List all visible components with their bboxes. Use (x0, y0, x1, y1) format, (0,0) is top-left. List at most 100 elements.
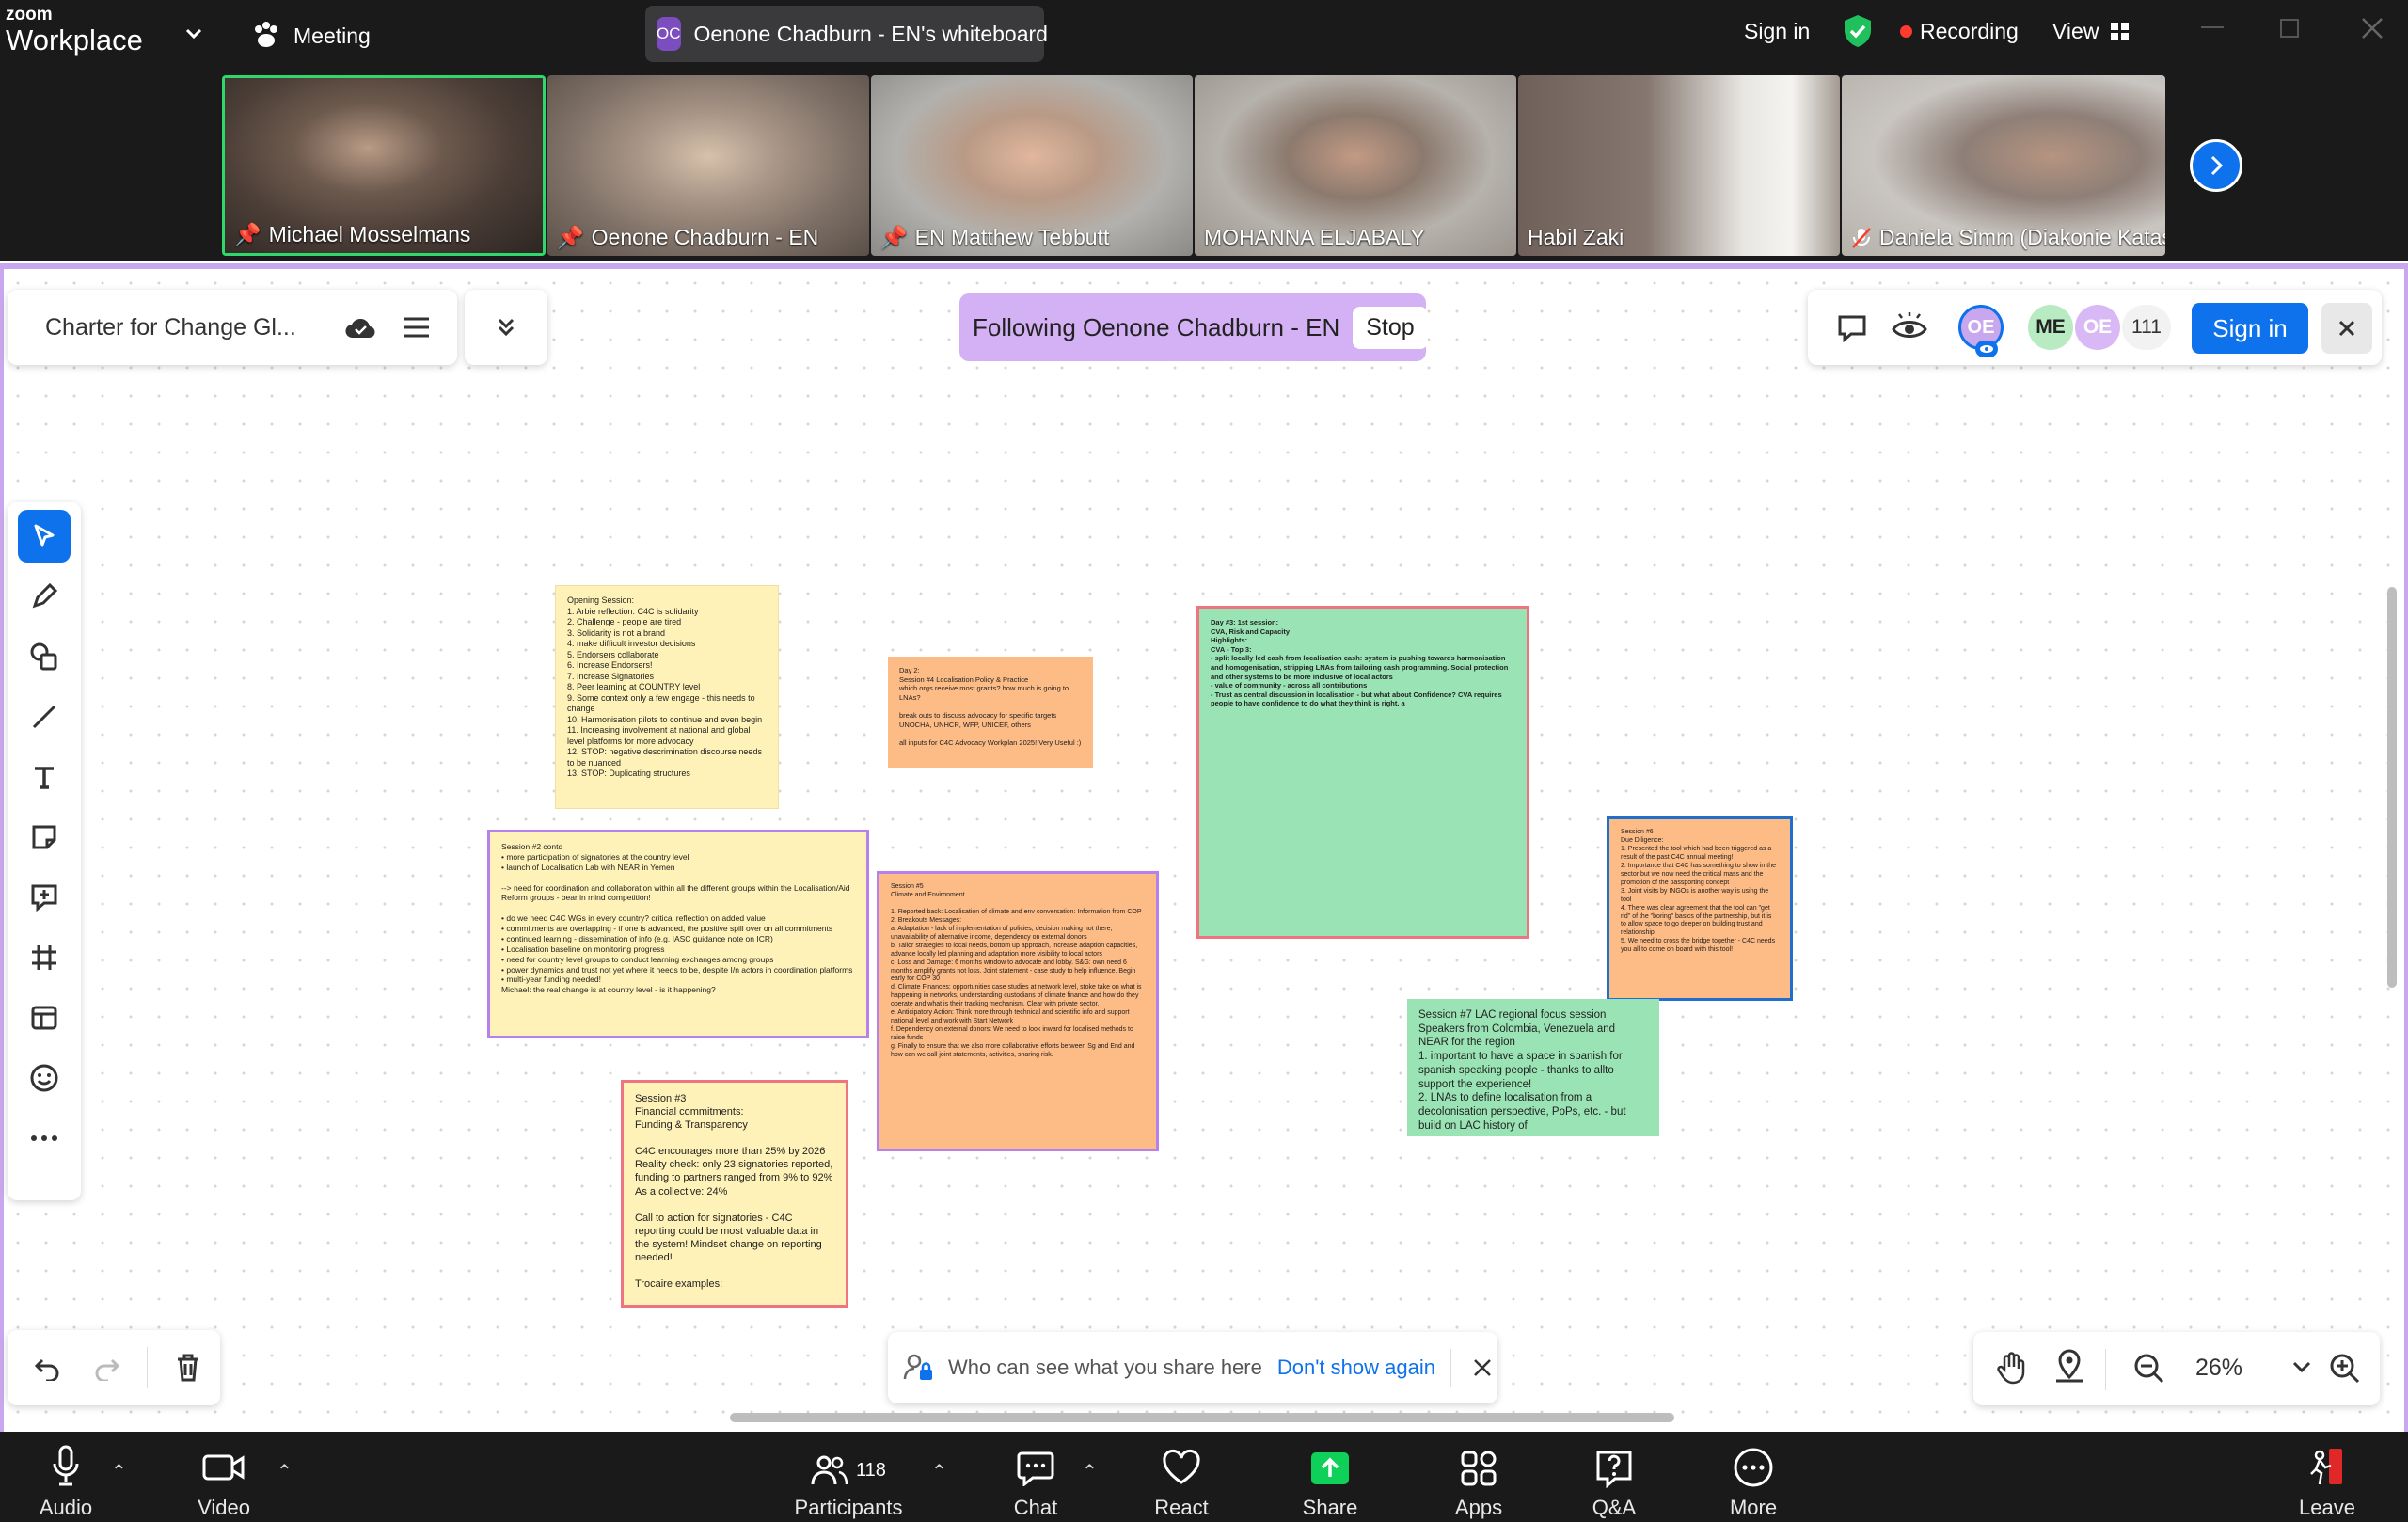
collapse-toolbar-button[interactable] (465, 290, 547, 365)
react-label: React (1154, 1496, 1209, 1519)
apps-icon (1461, 1451, 1497, 1486)
frame-tool[interactable] (18, 931, 71, 984)
comment-tool[interactable] (18, 871, 71, 924)
text-icon (35, 767, 54, 789)
note-session7[interactable]: Session #7 LAC regional focus session Sp… (1407, 999, 1659, 1136)
audio-button[interactable]: Audio (30, 1432, 102, 1522)
viewer-count[interactable]: 111 (2122, 305, 2171, 350)
video-button[interactable]: Video (188, 1432, 260, 1522)
location-pin-icon[interactable] (2054, 1349, 2084, 1385)
menu-icon[interactable] (403, 315, 431, 340)
vertical-scrollbar[interactable] (2387, 587, 2397, 988)
participants-count: 118 (856, 1459, 886, 1481)
pin-icon: 📌 (880, 225, 908, 249)
note-session2[interactable]: Session #2 contd • more participation of… (487, 830, 869, 1038)
whiteboard-title[interactable]: Charter for Change Gl... (45, 314, 327, 341)
chevron-down-icon[interactable] (2291, 1360, 2312, 1375)
shapes-tool[interactable] (18, 630, 71, 683)
video-options-caret-icon[interactable]: ⌃ (277, 1460, 293, 1483)
more-button[interactable]: More (1716, 1432, 1791, 1522)
avatar-me[interactable]: ME (2028, 305, 2073, 350)
minimize-icon[interactable] (2201, 26, 2224, 28)
restore-icon[interactable] (2280, 19, 2299, 38)
paw-icon (255, 22, 277, 47)
audio-options-caret-icon[interactable]: ⌃ (111, 1460, 127, 1483)
shapes-icon (30, 642, 57, 671)
video-tile-matthew[interactable]: 📌 EN Matthew Tebbutt (871, 75, 1193, 256)
more-icon (1734, 1448, 1773, 1487)
close-whiteboard-button[interactable] (2321, 303, 2372, 354)
chat-label: Chat (1013, 1496, 1058, 1519)
follow-view-icon[interactable] (1891, 312, 1928, 344)
meeting-info-button[interactable]: Meeting (250, 17, 371, 55)
video-tile-mohanna[interactable]: MOHANNA ELJABALY (1195, 75, 1516, 256)
video-tile-oenone[interactable]: 📌 Oenone Chadburn - EN (547, 75, 869, 256)
note-day3[interactable]: Day #3: 1st session: CVA, Risk and Capac… (1196, 606, 1529, 939)
recording-indicator[interactable]: Recording (1900, 19, 2019, 44)
trash-icon[interactable] (175, 1353, 201, 1383)
stop-following-button[interactable]: Stop (1353, 306, 1428, 349)
horizontal-scrollbar[interactable] (730, 1413, 1674, 1422)
video-tile-michael[interactable]: 📌 Michael Mosselmans (222, 75, 546, 256)
line-tool[interactable] (18, 690, 71, 743)
chat-button[interactable]: Chat (1003, 1432, 1069, 1522)
apps-button[interactable]: Apps (1441, 1432, 1516, 1522)
leave-button[interactable]: Leave (2289, 1432, 2365, 1522)
redo-icon[interactable] (94, 1355, 120, 1381)
video-tile-daniela[interactable]: Daniela Simm (Diakonie Katas... (1842, 75, 2165, 256)
note-opening-session[interactable]: Opening Session: 1. Arbie reflection: C4… (555, 585, 779, 809)
hand-icon[interactable] (1996, 1351, 2028, 1385)
comment-icon[interactable] (1836, 314, 1868, 342)
microphone-icon (53, 1445, 79, 1486)
view-button[interactable]: View (2052, 19, 2131, 44)
note-session5[interactable]: Session #5 Climate and Environment 1. Re… (877, 871, 1159, 1151)
note-session3[interactable]: Session #3 Financial commitments: Fundin… (621, 1080, 848, 1308)
more-label: More (1729, 1496, 1778, 1519)
shield-check-icon[interactable] (1842, 13, 1874, 49)
participants-button[interactable]: 118 Participants (781, 1432, 916, 1522)
chat-options-caret-icon[interactable]: ⌃ (1082, 1460, 1098, 1483)
video-tile-habil[interactable]: Habil Zaki (1518, 75, 1840, 256)
cloud-save-icon[interactable] (344, 315, 376, 340)
share-hint-text: Who can see what you share here (948, 1356, 1262, 1379)
title-bar: zoom Workplace Meeting OC Oenone Chadbur… (0, 0, 2408, 72)
heart-icon (1163, 1449, 1200, 1484)
pencil-icon (32, 582, 58, 609)
share-label: Share (1302, 1496, 1358, 1519)
sign-in-link[interactable]: Sign in (1744, 19, 1810, 44)
participant-name: 📌 EN Matthew Tebbutt (880, 225, 1110, 249)
templates-tool[interactable] (18, 991, 71, 1044)
pen-tool[interactable] (18, 570, 71, 623)
divider (147, 1347, 148, 1388)
grid-icon (2111, 22, 2130, 40)
chevron-down-icon[interactable] (181, 21, 207, 47)
zoom-level[interactable]: 26% (2195, 1355, 2242, 1382)
more-tools[interactable] (18, 1112, 71, 1165)
qa-button[interactable]: Q&A (1576, 1432, 1652, 1522)
note-day2[interactable]: Day 2: Session #4 Localisation Policy & … (888, 657, 1093, 768)
share-screen-button[interactable]: Share (1292, 1432, 1368, 1522)
avatar-oe[interactable]: OE (2075, 305, 2120, 350)
template-icon (31, 1006, 57, 1030)
select-tool[interactable] (18, 510, 71, 563)
meeting-label: Meeting (293, 23, 371, 48)
pin-icon: 📌 (234, 222, 261, 246)
following-banner: Following Oenone Chadburn - EN Stop (959, 293, 1428, 361)
qa-label: Q&A (1592, 1496, 1637, 1519)
zoom-in-icon[interactable] (2329, 1353, 2361, 1385)
sticky-note-tool[interactable] (18, 811, 71, 864)
react-button[interactable]: React (1144, 1432, 1219, 1522)
close-icon[interactable] (1472, 1357, 1493, 1378)
stamp-tool[interactable] (18, 1052, 71, 1104)
participants-options-caret-icon[interactable]: ⌃ (931, 1460, 947, 1483)
share-tab[interactable]: OC Oenone Chadburn - EN's whiteboard (645, 6, 1048, 62)
zoom-out-icon[interactable] (2133, 1353, 2165, 1385)
undo-icon[interactable] (34, 1355, 60, 1381)
note-session6[interactable]: Session #6 Due Diligence: 1. Presented t… (1607, 816, 1793, 1001)
text-tool[interactable] (18, 751, 71, 803)
whiteboard-sign-in-button[interactable]: Sign in (2192, 303, 2308, 354)
next-page-button[interactable] (2190, 139, 2242, 192)
close-window-icon[interactable] (2359, 15, 2385, 41)
dont-show-again-link[interactable]: Don't show again (1277, 1356, 1435, 1380)
participant-name: Habil Zaki (1528, 225, 1624, 249)
